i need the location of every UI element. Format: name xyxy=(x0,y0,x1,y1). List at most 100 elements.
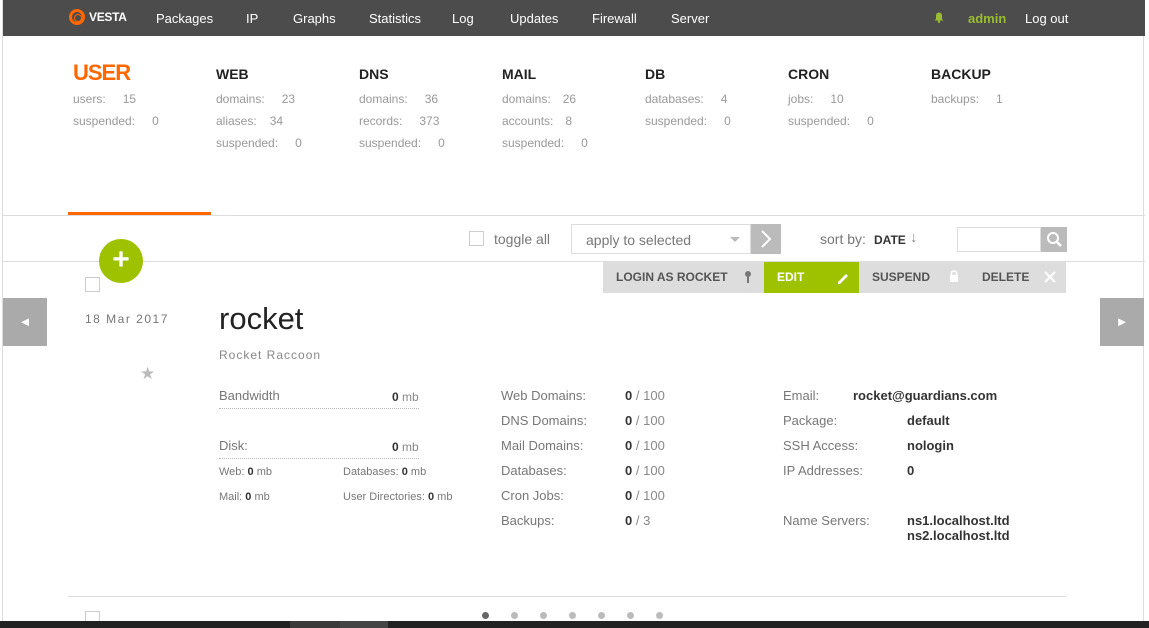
page-dot[interactable] xyxy=(627,612,634,619)
taskbar xyxy=(0,621,1149,628)
limit-label: Backups: xyxy=(501,513,555,528)
limit-label: Web Domains: xyxy=(501,388,587,403)
toggle-all-checkbox[interactable] xyxy=(469,231,484,246)
close-icon xyxy=(1044,271,1056,283)
search-icon xyxy=(1047,232,1062,247)
apply-submit-button[interactable] xyxy=(751,224,781,254)
divider xyxy=(68,596,1066,597)
logout-link[interactable]: Log out xyxy=(1025,11,1068,26)
page-dot[interactable] xyxy=(511,612,518,619)
stat-row: databases: 4 xyxy=(645,92,728,106)
logo-icon xyxy=(69,9,85,25)
email-label: Email: xyxy=(783,388,820,403)
stat-row: suspended: 0 xyxy=(502,136,588,150)
record-username: rocket xyxy=(219,301,304,336)
page-dot[interactable] xyxy=(482,612,489,619)
ip-label: IP Addresses: xyxy=(783,463,863,478)
prev-arrow-button[interactable]: ◄ xyxy=(3,298,47,346)
limit-value: 0 / 100 xyxy=(625,388,665,403)
stat-user[interactable]: USER users: 15 suspended: 0 xyxy=(73,60,159,132)
limit-label: Mail Domains: xyxy=(501,438,584,453)
apply-select-value: apply to selected xyxy=(586,232,692,248)
taskbar-item[interactable] xyxy=(340,621,388,628)
nav-ip[interactable]: IP xyxy=(246,11,258,26)
edit-label: EDIT xyxy=(777,270,805,284)
taskbar-item[interactable] xyxy=(290,621,340,628)
star-icon[interactable]: ★ xyxy=(140,364,155,384)
current-user-link[interactable]: admin xyxy=(968,11,1006,26)
stat-db[interactable]: DB databases: 4 suspended: 0 xyxy=(645,64,731,132)
search-input[interactable] xyxy=(957,227,1041,252)
nav-log[interactable]: Log xyxy=(452,11,474,26)
sort-label: sort by: xyxy=(820,231,866,247)
stat-dns[interactable]: DNS domains: 36 records: 373 suspended: 0 xyxy=(359,64,445,154)
nav-updates[interactable]: Updates xyxy=(510,11,558,26)
nav-firewall[interactable]: Firewall xyxy=(592,11,637,26)
nameserver-2: ns2.localhost.ltd xyxy=(907,528,1010,543)
page-dot[interactable] xyxy=(569,612,576,619)
stat-row: suspended: 0 xyxy=(216,136,302,150)
page-dot[interactable] xyxy=(598,612,605,619)
record-fullname: Rocket Raccoon xyxy=(219,348,322,362)
stat-web[interactable]: WEB domains: 23 aliases: 34 suspended: 0 xyxy=(216,64,302,154)
email-value: rocket@guardians.com xyxy=(853,388,998,403)
stat-title: WEB xyxy=(216,66,249,82)
stat-row: users: 15 xyxy=(73,92,137,106)
stat-row: suspended: 0 xyxy=(73,114,159,128)
bell-icon[interactable] xyxy=(934,12,944,23)
sort-direction-icon[interactable]: ↓ xyxy=(910,229,918,246)
limit-value: 0 / 100 xyxy=(625,413,665,428)
limit-label: Databases: xyxy=(501,463,567,478)
stat-title: DNS xyxy=(359,66,389,82)
stat-mail[interactable]: MAIL domains: 26 accounts: 8 suspended: 0 xyxy=(502,64,588,154)
delete-button[interactable]: DELETE xyxy=(969,262,1066,293)
stat-row: jobs: 10 xyxy=(788,92,844,106)
package-value: default xyxy=(907,413,950,428)
vesta-logo[interactable]: VESTA xyxy=(69,9,127,25)
page-dot[interactable] xyxy=(656,612,663,619)
suspend-button[interactable]: SUSPEND xyxy=(859,262,969,293)
sort-by-button[interactable]: DATE xyxy=(874,233,906,247)
pencil-icon xyxy=(838,274,848,284)
divider xyxy=(3,215,1145,216)
apply-to-selected-select[interactable]: apply to selected xyxy=(571,224,751,254)
toggle-all-label[interactable]: toggle all xyxy=(494,231,550,247)
chevron-right-icon xyxy=(761,230,772,248)
stat-row: suspended: 0 xyxy=(788,114,874,128)
row-checkbox[interactable] xyxy=(85,277,100,292)
stat-row: accounts: 8 xyxy=(502,114,573,128)
app-frame: VESTA Packages IP Graphs Statistics Log … xyxy=(2,0,1145,628)
stat-title: USER xyxy=(73,60,131,85)
stat-title: DB xyxy=(645,66,666,82)
stat-row: domains: 26 xyxy=(502,92,577,106)
ssh-label: SSH Access: xyxy=(783,438,859,453)
edit-button[interactable]: EDIT xyxy=(764,262,859,293)
next-arrow-button[interactable]: ► xyxy=(1100,298,1144,346)
nav-server[interactable]: Server xyxy=(671,11,709,26)
stat-row: backups: 1 xyxy=(931,92,1003,106)
disk-label: Disk: xyxy=(219,438,248,453)
nav-statistics[interactable]: Statistics xyxy=(369,11,421,26)
nav-packages[interactable]: Packages xyxy=(156,11,213,26)
stat-cron[interactable]: CRON jobs: 10 suspended: 0 xyxy=(788,64,874,132)
bandwidth-bar xyxy=(219,408,419,409)
login-as-button[interactable]: LOGIN AS ROCKET xyxy=(603,262,764,293)
stat-backup[interactable]: BACKUP backups: 1 xyxy=(931,64,1003,110)
stat-row: suspended: 0 xyxy=(359,136,445,150)
stat-title: BACKUP xyxy=(931,66,991,82)
nav-graphs[interactable]: Graphs xyxy=(293,11,336,26)
add-user-button[interactable]: + xyxy=(99,239,143,283)
login-as-label: LOGIN AS ROCKET xyxy=(616,270,728,284)
limit-label: DNS Domains: xyxy=(501,413,587,428)
stat-row: suspended: 0 xyxy=(645,114,731,128)
nameserver-1: ns1.localhost.ltd xyxy=(907,513,1010,528)
disk-user-directories: User Directories: 0 mb xyxy=(343,491,453,503)
stat-row: aliases: 34 xyxy=(216,114,284,128)
bandwidth-label: Bandwidth xyxy=(219,388,280,403)
disk-value: 0 mb xyxy=(392,440,419,454)
limit-value: 0 / 3 xyxy=(625,513,651,528)
stat-row: domains: 36 xyxy=(359,92,439,106)
delete-label: DELETE xyxy=(982,270,1030,284)
search-button[interactable] xyxy=(1041,227,1067,252)
page-dot[interactable] xyxy=(540,612,547,619)
